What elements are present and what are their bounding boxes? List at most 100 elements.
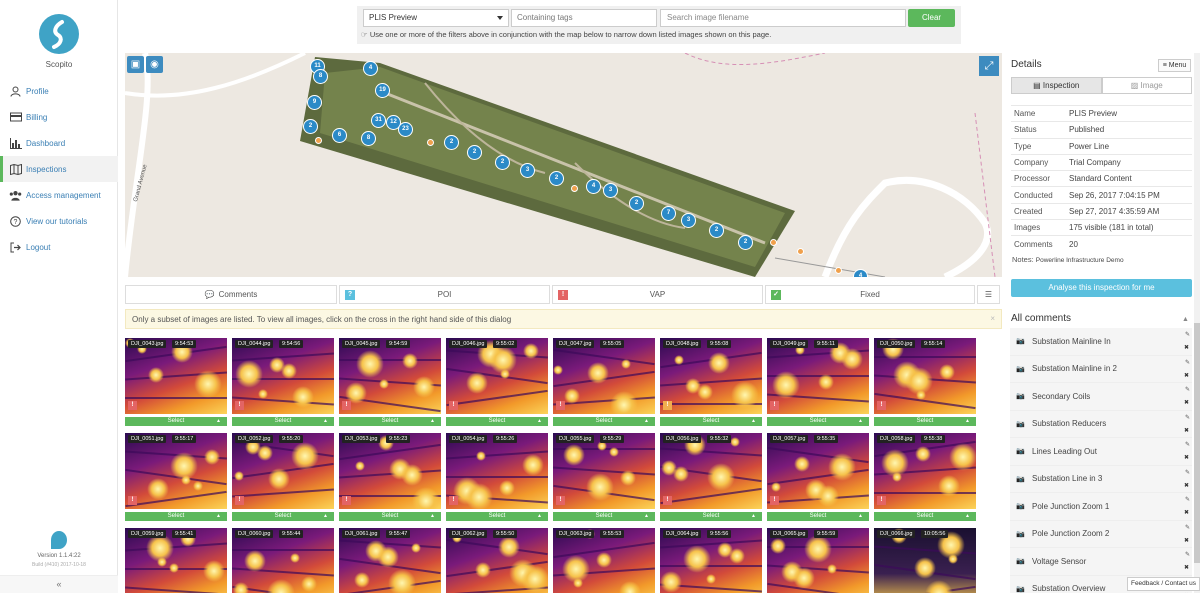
select-button[interactable]: Select ▲ [232, 512, 334, 521]
comment-item[interactable]: 📷 Pole Junction Zoom 1 ✎ ✖ [1010, 493, 1192, 521]
tab-image[interactable]: ▨ Image [1101, 77, 1192, 94]
thermal-image[interactable] [874, 433, 976, 509]
inspection-select[interactable]: PLIS Preview [363, 9, 509, 27]
nav-item-tutorials[interactable]: ? View our tutorials [0, 208, 118, 234]
comment-item[interactable]: 📷 Secondary Coils ✎ ✖ [1010, 383, 1192, 411]
nav-item-profile[interactable]: Profile [0, 78, 118, 104]
map-pin[interactable] [315, 137, 322, 144]
select-button[interactable]: Select ▲ [446, 417, 548, 426]
filename-search-input[interactable]: Search image filename [660, 9, 906, 27]
collapse-sidebar-button[interactable]: « [0, 575, 118, 593]
map-marker[interactable]: 2 [495, 155, 510, 170]
map-marker[interactable]: 2 [549, 171, 564, 186]
thermal-image[interactable] [125, 338, 227, 414]
comment-item[interactable]: 📷 Substation Line in 3 ✎ ✖ [1010, 465, 1192, 493]
thermal-image[interactable] [874, 338, 976, 414]
select-button[interactable]: Select ▲ [660, 512, 762, 521]
edit-icon[interactable]: ✎ [1185, 386, 1190, 393]
image-thumbnail[interactable]: DJI_0060.jpg 9:55:44 [232, 528, 334, 593]
thermal-image[interactable] [446, 338, 548, 414]
thermal-image[interactable] [767, 338, 869, 414]
image-thumbnail[interactable]: DJI_0052.jpg 9:55:20! Select ▲ [232, 433, 334, 521]
thermal-image[interactable] [553, 338, 655, 414]
image-thumbnail[interactable]: DJI_0054.jpg 9:55:26! Select ▲ [446, 433, 548, 521]
select-button[interactable]: Select ▲ [553, 512, 655, 521]
comment-item[interactable]: 📷 Substation Mainline In ✎ ✖ [1010, 328, 1192, 356]
image-thumbnail[interactable]: DJI_0061.jpg 9:55:47 [339, 528, 441, 593]
menu-button[interactable]: ≡ Menu [1158, 59, 1191, 72]
map-marker[interactable]: 4 [586, 179, 601, 194]
image-thumbnail[interactable]: DJI_0059.jpg 9:55:41 [125, 528, 227, 593]
map-pin[interactable] [770, 239, 777, 246]
delete-icon[interactable]: ✖ [1184, 482, 1189, 489]
edit-icon[interactable]: ✎ [1185, 414, 1190, 421]
select-button[interactable]: Select ▲ [660, 417, 762, 426]
nav-item-access-management[interactable]: Access management [0, 182, 118, 208]
edit-icon[interactable]: ✎ [1185, 524, 1190, 531]
delete-icon[interactable]: ✖ [1184, 454, 1189, 461]
select-button[interactable]: Select ▲ [125, 512, 227, 521]
delete-icon[interactable]: ✖ [1184, 344, 1189, 351]
comment-item[interactable]: 📷 Substation Mainline in 2 ✎ ✖ [1010, 355, 1192, 383]
delete-icon[interactable]: ✖ [1184, 509, 1189, 516]
select-button[interactable]: Select ▲ [767, 512, 869, 521]
image-thumbnail[interactable]: DJI_0045.jpg 9:54:59! Select ▲ [339, 338, 441, 426]
nav-item-dashboard[interactable]: Dashboard [0, 130, 118, 156]
clear-button[interactable]: Clear [908, 9, 955, 27]
map-pin[interactable] [797, 248, 804, 255]
map-marker[interactable]: 9 [307, 95, 322, 110]
map-marker[interactable]: 19 [375, 83, 390, 98]
delete-icon[interactable]: ✖ [1184, 427, 1189, 434]
image-thumbnail[interactable]: DJI_0044.jpg 9:54:56! Select ▲ [232, 338, 334, 426]
map-pin[interactable] [571, 185, 578, 192]
caret-up-icon[interactable]: ▲ [1182, 316, 1189, 323]
image-thumbnail[interactable]: DJI_0046.jpg 9:55:02! Select ▲ [446, 338, 548, 426]
select-button[interactable]: Select ▲ [339, 512, 441, 521]
edit-icon[interactable]: ✎ [1185, 496, 1190, 503]
select-button[interactable]: Select ▲ [446, 512, 548, 521]
image-thumbnail[interactable]: DJI_0058.jpg 9:55:38! Select ▲ [874, 433, 976, 521]
edit-icon[interactable]: ✎ [1185, 551, 1190, 558]
edit-icon[interactable]: ✎ [1185, 441, 1190, 448]
select-button[interactable]: Select ▲ [874, 512, 976, 521]
thermal-image[interactable] [339, 338, 441, 414]
map-pin[interactable] [835, 267, 842, 274]
scrollbar-thumb[interactable] [1194, 323, 1200, 563]
image-thumbnail[interactable]: DJI_0056.jpg 9:55:32! Select ▲ [660, 433, 762, 521]
fullscreen-button[interactable]: ⤢ [979, 56, 999, 76]
comment-item[interactable]: 📷 Voltage Sensor ✎ ✖ [1010, 548, 1192, 576]
image-thumbnail[interactable]: DJI_0049.jpg 9:55:11! Select ▲ [767, 338, 869, 426]
nav-item-billing[interactable]: Billing [0, 104, 118, 130]
thermal-image[interactable] [553, 433, 655, 509]
nav-item-logout[interactable]: Logout [0, 234, 118, 260]
map-marker[interactable]: 7 [661, 206, 676, 221]
tab-poi[interactable]: ? POI [339, 285, 550, 304]
image-thumbnail[interactable]: DJI_0047.jpg 9:55:05! Select ▲ [553, 338, 655, 426]
thermal-image[interactable] [232, 338, 334, 414]
scopito-logo[interactable] [39, 14, 79, 54]
thermal-image[interactable] [660, 338, 762, 414]
scrollbar[interactable] [1194, 53, 1200, 593]
thermal-image[interactable] [446, 433, 548, 509]
thermal-image[interactable] [767, 433, 869, 509]
tab-fixed[interactable]: ✓ Fixed [765, 285, 975, 304]
comment-item[interactable]: 📷 Lines Leading Out ✎ ✖ [1010, 438, 1192, 466]
tab-inspection[interactable]: ▤ Inspection [1011, 77, 1102, 94]
map-marker[interactable]: 2 [738, 235, 753, 250]
edit-icon[interactable]: ✎ [1185, 359, 1190, 366]
map-marker[interactable]: 4 [853, 269, 868, 277]
tags-input[interactable]: Containing tags [511, 9, 657, 27]
map-marker[interactable]: 3 [520, 163, 535, 178]
image-thumbnail[interactable]: DJI_0062.jpg 9:55:50 [446, 528, 548, 593]
image-thumbnail[interactable]: DJI_0051.jpg 9:55:17! Select ▲ [125, 433, 227, 521]
map-marker[interactable]: 31 [371, 113, 386, 128]
map-marker[interactable]: 8 [361, 131, 376, 146]
map-marker[interactable]: 2 [444, 135, 459, 150]
image-thumbnail[interactable]: DJI_0048.jpg 9:55:08! Select ▲ [660, 338, 762, 426]
delete-icon[interactable]: ✖ [1184, 564, 1189, 571]
comment-item[interactable]: 📷 Substation Reducers ✎ ✖ [1010, 410, 1192, 438]
close-icon[interactable]: × [990, 314, 995, 323]
image-thumbnail[interactable]: DJI_0050.jpg 9:55:14! Select ▲ [874, 338, 976, 426]
select-button[interactable]: Select ▲ [232, 417, 334, 426]
thermal-image[interactable] [232, 433, 334, 509]
